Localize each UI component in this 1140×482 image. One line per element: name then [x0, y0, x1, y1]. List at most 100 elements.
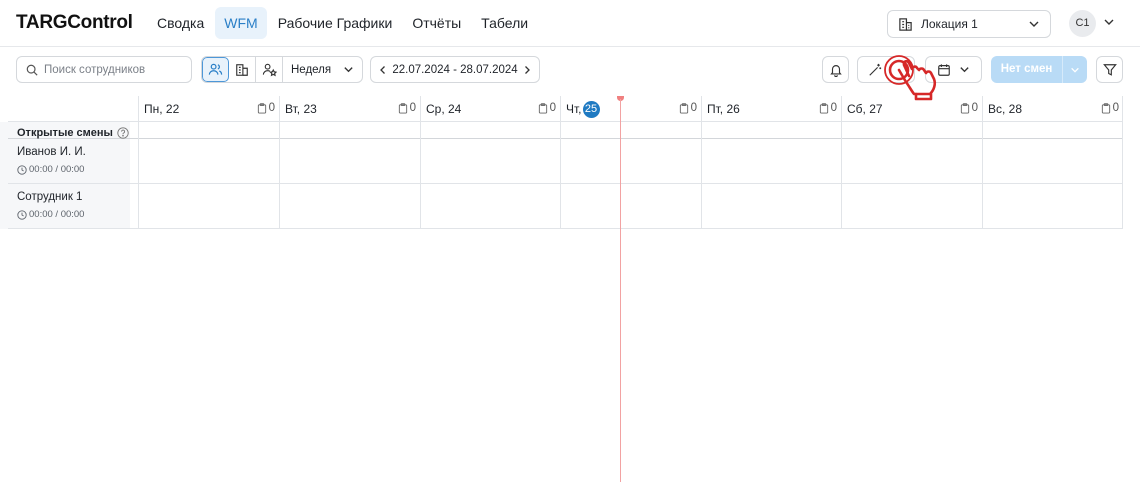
clipboard-icon: [257, 102, 266, 114]
building-icon: [899, 17, 912, 31]
employee-hours-value: 00:00 / 00:00: [29, 164, 85, 175]
day-label-prefix: Чт,: [566, 102, 582, 116]
day-shift-count: 0: [1101, 102, 1119, 114]
view-employees-button[interactable]: [202, 57, 229, 82]
employee-search[interactable]: [16, 56, 192, 83]
grid-line: [8, 228, 1123, 229]
employee-name[interactable]: Сотрудник 1: [17, 191, 82, 203]
day-count-value: 0: [268, 102, 275, 114]
chevron-down-icon: [1071, 67, 1079, 73]
chevron-down-icon[interactable]: [1103, 16, 1115, 28]
day-header-sun: Вс, 28 0: [982, 96, 1123, 122]
main-nav: Сводка WFM Рабочие Графики Отчёты Табели: [148, 7, 537, 39]
day-label: Сб, 27: [847, 102, 883, 116]
chevron-down-icon: [344, 67, 353, 73]
today-badge: 25: [582, 101, 600, 118]
grid-line: [560, 122, 561, 229]
grid-line: [841, 122, 842, 229]
grid-line: [279, 122, 280, 229]
search-input[interactable]: [44, 63, 184, 76]
nav-item-summary[interactable]: Сводка: [148, 7, 213, 39]
chevron-down-icon: [1029, 21, 1039, 27]
next-week-button[interactable]: [522, 65, 532, 75]
day-header-wed: Ср, 24 0: [420, 96, 560, 122]
day-count-value: 0: [409, 102, 416, 114]
grid-line: [8, 183, 1123, 184]
day-header-mon: Пн, 22 0: [138, 96, 279, 122]
clipboard-icon: [398, 102, 407, 114]
day-count-value: 0: [1112, 102, 1119, 114]
publish-shifts-label[interactable]: Нет смен: [991, 56, 1062, 83]
notifications-button[interactable]: [822, 56, 849, 83]
date-range-label[interactable]: 22.07.2024 - 28.07.2024: [392, 64, 517, 76]
employee-hours: 00:00 / 00:00: [17, 209, 84, 220]
chevron-down-icon: [960, 67, 969, 73]
help-icon[interactable]: [117, 127, 129, 139]
pointing-hand-icon: [884, 55, 937, 101]
view-mode-group: Неделя: [201, 56, 364, 83]
day-shift-count: 0: [538, 102, 556, 114]
period-label: Неделя: [291, 63, 332, 76]
open-shifts-label: Открытые смены: [17, 127, 113, 139]
filter-icon: [1102, 63, 1117, 76]
clipboard-icon: [1101, 102, 1110, 114]
view-locations-button[interactable]: [229, 57, 256, 82]
clock-icon: [17, 164, 27, 175]
users-icon: [208, 63, 223, 75]
clipboard-icon: [538, 102, 547, 114]
day-label: Пн, 22: [144, 102, 180, 116]
day-header-tue: Вт, 23 0: [279, 96, 420, 122]
clipboard-icon: [819, 102, 828, 114]
search-icon: [26, 64, 38, 76]
publish-options-button[interactable]: [1062, 56, 1087, 83]
day-label: Чт, 25: [566, 101, 600, 119]
publish-shifts-button[interactable]: Нет смен: [991, 56, 1087, 83]
day-count-value: 0: [690, 102, 697, 114]
bell-icon: [829, 64, 842, 77]
open-shifts-row-label: Открытые смены: [17, 127, 129, 139]
view-positions-button[interactable]: [256, 57, 283, 82]
chevron-right-icon: [525, 65, 530, 74]
filter-button[interactable]: [1096, 56, 1123, 83]
location-select[interactable]: Локация 1: [887, 10, 1051, 38]
grid-line: [1122, 96, 1123, 229]
grid-line: [982, 122, 983, 229]
day-header-fri: Пт, 26 0: [701, 96, 841, 122]
chevron-left-icon: [380, 65, 385, 74]
day-count-value: 0: [549, 102, 556, 114]
app-logo[interactable]: TARGControl: [16, 12, 133, 34]
current-time-line: [620, 99, 621, 482]
clock-icon: [17, 209, 27, 220]
nav-item-timesheets[interactable]: Табели: [472, 7, 537, 39]
day-label: Ср, 24: [426, 102, 462, 116]
day-count-value: 0: [830, 102, 837, 114]
day-header-thu: Чт, 25 0: [560, 96, 701, 122]
top-navigation: TARGControl Сводка WFM Рабочие Графики О…: [0, 0, 1140, 47]
user-avatar[interactable]: С1: [1069, 10, 1096, 37]
day-label: Вс, 28: [988, 102, 1023, 116]
employee-hours-value: 00:00 / 00:00: [29, 209, 85, 220]
day-shift-count: 0: [257, 102, 275, 114]
day-shift-count: 0: [679, 102, 697, 114]
nav-item-wfm[interactable]: WFM: [215, 7, 267, 39]
location-label: Локация 1: [921, 17, 978, 31]
grid-line: [420, 122, 421, 229]
date-range-picker: 22.07.2024 - 28.07.2024: [370, 56, 540, 83]
day-shift-count: 0: [819, 102, 837, 114]
clipboard-icon: [960, 102, 969, 114]
prev-week-button[interactable]: [378, 65, 388, 75]
day-shift-count: 0: [960, 102, 978, 114]
day-count-value: 0: [971, 102, 978, 114]
grid-line: [138, 96, 139, 229]
day-shift-count: 0: [398, 102, 416, 114]
period-select[interactable]: Неделя: [283, 57, 362, 82]
employee-hours: 00:00 / 00:00: [17, 164, 84, 175]
clipboard-icon: [679, 102, 688, 114]
user-star-icon: [262, 63, 277, 77]
employee-name[interactable]: Иванов И. И.: [17, 146, 86, 158]
nav-item-schedules[interactable]: Рабочие Графики: [269, 7, 402, 39]
day-label: Вт, 23: [285, 102, 317, 116]
day-label: Пт, 26: [707, 102, 740, 116]
nav-item-reports[interactable]: Отчёты: [403, 7, 470, 39]
grid-line: [701, 122, 702, 229]
